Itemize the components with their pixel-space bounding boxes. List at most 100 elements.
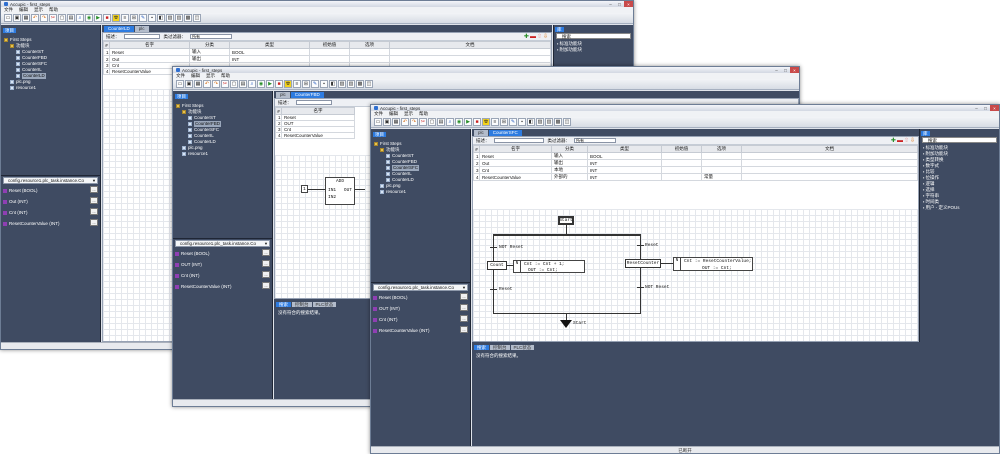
sfc-transition[interactable]	[637, 245, 644, 246]
toolbar-button[interactable]: ▩	[184, 14, 192, 22]
toolbar-button[interactable]: ⊞	[130, 14, 138, 22]
toolbar-button[interactable]: ▪	[518, 118, 526, 126]
search-tab[interactable]: 搜索	[276, 302, 291, 307]
toolbar-button[interactable]: ↷	[40, 14, 48, 22]
toolbar-button[interactable]: ✎	[509, 118, 517, 126]
move-up-icon[interactable]: ⇧	[537, 34, 542, 40]
toolbar-button[interactable]: ≡	[293, 80, 301, 88]
toolbar-button[interactable]: ▩	[554, 118, 562, 126]
toolbar-button[interactable]: ↷	[212, 80, 220, 88]
table-row[interactable]: 1 Reset 输入 BOOL	[473, 152, 918, 160]
var-button[interactable]: ...	[90, 219, 98, 226]
toolbar-button[interactable]: ▭	[4, 14, 12, 22]
toolbar-button[interactable]: ▶	[464, 118, 472, 126]
class-filter-select[interactable]: 所有	[574, 138, 616, 143]
toolbar-button[interactable]: ▥	[545, 118, 553, 126]
sfc-transition[interactable]	[490, 289, 497, 290]
move-up-icon[interactable]: ⇧	[904, 138, 909, 144]
toolbar-button[interactable]: ✎	[139, 14, 147, 22]
toolbar-button[interactable]: ✎	[311, 80, 319, 88]
toolbar-button[interactable]: ▪	[148, 14, 156, 22]
sfc-jump-arrow-icon[interactable]	[560, 320, 572, 328]
var-button[interactable]: ...	[90, 197, 98, 204]
table-row[interactable]: 4 ResetCounterValue	[275, 132, 355, 139]
toolbar-button[interactable]: ▣	[13, 14, 21, 22]
remove-variable-icon[interactable]: ▬	[897, 138, 903, 144]
toolbar-button[interactable]: ↶	[31, 14, 39, 22]
sfc-transition[interactable]	[637, 287, 644, 288]
toolbar-button[interactable]: ▣	[185, 80, 193, 88]
project-tab[interactable]: 项目	[175, 94, 188, 99]
tree-item-resource[interactable]: resource1	[176, 151, 269, 157]
move-down-icon[interactable]: ⇩	[543, 34, 548, 40]
var-button[interactable]: ...	[460, 293, 468, 300]
table-row[interactable]: 3 Cnt 本地 INT	[473, 166, 918, 174]
library-item[interactable]: 附加功能块	[557, 47, 631, 53]
table-row[interactable]: 2 Out 输出 INT	[473, 159, 918, 167]
class-filter-select[interactable]: 所有	[190, 34, 232, 39]
table-row[interactable]: 2 Out 输出 INT	[103, 55, 551, 63]
console-tab[interactable]: 控制台	[292, 302, 312, 307]
toolbar-button[interactable]: ▪	[320, 80, 328, 88]
toolbar-button[interactable]: ▶	[266, 80, 274, 88]
toolbar-button[interactable]: ▢	[230, 80, 238, 88]
var-button[interactable]: ...	[460, 326, 468, 333]
toolbar-button[interactable]: ⌕	[446, 118, 454, 126]
toolbar-button[interactable]: ▶	[94, 14, 102, 22]
toolbar-button[interactable]: ✂	[419, 118, 427, 126]
var-button[interactable]: ...	[262, 282, 270, 289]
toolbar-button[interactable]: ▥	[175, 14, 183, 22]
toolbar-button[interactable]: ▥	[347, 80, 355, 88]
toolbar-button[interactable]: ▭	[374, 118, 382, 126]
toolbar-button[interactable]: ≡	[121, 14, 129, 22]
toolbar-button[interactable]: ▨	[166, 14, 174, 22]
toolbar-button[interactable]: ⌕	[76, 14, 84, 22]
var-button[interactable]: ...	[90, 208, 98, 215]
sfc-transition[interactable]	[490, 247, 497, 248]
sfc-canvas[interactable]: Start NOT Reset Count N Cnt := Cnt + 1; …	[473, 209, 918, 341]
toolbar-button[interactable]: ■	[275, 80, 283, 88]
toolbar-button[interactable]: ☢	[284, 80, 292, 88]
add-block[interactable]: ADD IN1 IN2 OUT	[325, 177, 355, 205]
toolbar-button[interactable]: ◉	[455, 118, 463, 126]
toolbar-button[interactable]: ↶	[203, 80, 211, 88]
instance-selector[interactable]: config.resource1.plc_task.instance.Co ▼	[373, 284, 468, 291]
tree-item-resource[interactable]: resource1	[4, 85, 97, 91]
toolbar-button[interactable]: ▢	[58, 14, 66, 22]
toolbar-button[interactable]: ▦	[392, 118, 400, 126]
toolbar-button[interactable]: ◫	[193, 14, 201, 22]
var-button[interactable]: ...	[262, 271, 270, 278]
instance-selector[interactable]: config.resource1.plc_task.instance.Co ▼	[3, 177, 98, 184]
toolbar-button[interactable]: ◉	[85, 14, 93, 22]
project-tab[interactable]: 项目	[373, 132, 386, 137]
table-row[interactable]: 4 ResetCounterValue 外部的 INT 常量	[473, 173, 918, 181]
sfc-action-block[interactable]: N Cnt := ResetCounterValue; OUT := Cnt;	[673, 257, 753, 271]
toolbar-button[interactable]: ▨	[536, 118, 544, 126]
library-search[interactable]: 搜索	[556, 33, 631, 39]
search-tab[interactable]: 搜索	[474, 345, 489, 350]
console-tab[interactable]: 控制台	[490, 345, 510, 350]
toolbar-button[interactable]: ◉	[257, 80, 265, 88]
toolbar-button[interactable]: ◫	[563, 118, 571, 126]
toolbar-button[interactable]: ✂	[221, 80, 229, 88]
toolbar-button[interactable]: ▤	[239, 80, 247, 88]
var-button[interactable]: ...	[90, 186, 98, 193]
var-button[interactable]: ...	[460, 315, 468, 322]
description-input[interactable]	[123, 34, 160, 39]
project-tab[interactable]: 项目	[3, 28, 16, 33]
toolbar-button[interactable]: ✂	[49, 14, 57, 22]
var-button[interactable]: ...	[262, 260, 270, 267]
toolbar-button[interactable]: ◧	[527, 118, 535, 126]
add-variable-icon[interactable]: ✚	[524, 34, 529, 40]
move-down-icon[interactable]: ⇩	[910, 138, 915, 144]
toolbar-button[interactable]: ▣	[383, 118, 391, 126]
toolbar-button[interactable]: ⌕	[248, 80, 256, 88]
toolbar-button[interactable]: ▤	[437, 118, 445, 126]
toolbar-button[interactable]: ▦	[22, 14, 30, 22]
library-tab[interactable]: 库	[555, 27, 564, 32]
remove-variable-icon[interactable]: ▬	[530, 34, 536, 40]
toolbar-button[interactable]: ☢	[482, 118, 490, 126]
toolbar-button[interactable]: ▩	[356, 80, 364, 88]
toolbar-button[interactable]: ■	[103, 14, 111, 22]
toolbar-button[interactable]: ↷	[410, 118, 418, 126]
